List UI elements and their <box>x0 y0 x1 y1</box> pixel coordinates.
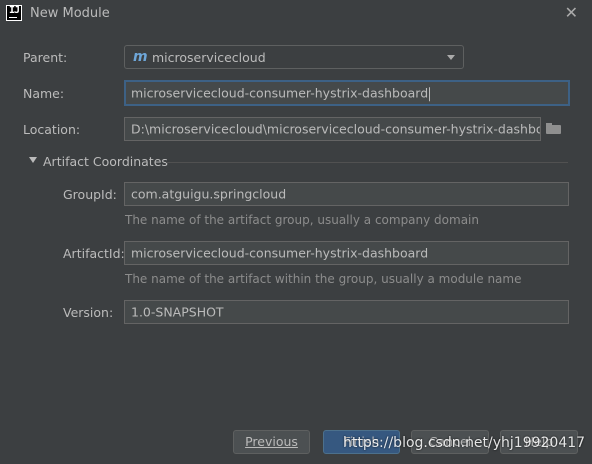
intellij-app-icon: IJ <box>6 5 22 21</box>
groupid-input[interactable]: com.atguigu.springcloud <box>124 182 569 206</box>
groupid-label: GroupId: <box>63 187 117 202</box>
artifact-section-title[interactable]: Artifact Coordinates <box>43 154 168 169</box>
watermark-url: https://blog.csdn.net/yhj19920417 <box>343 435 586 451</box>
name-label: Name: <box>23 86 65 101</box>
folder-icon <box>546 125 561 134</box>
parent-select-value: microservicecloud <box>152 50 266 65</box>
parent-label: Parent: <box>23 50 68 65</box>
collapse-arrow-icon[interactable] <box>29 157 37 163</box>
groupid-input-value: com.atguigu.springcloud <box>131 186 287 202</box>
location-input[interactable]: D:\microservicecloud\microservicecloud-c… <box>124 117 541 141</box>
browse-folder-button[interactable] <box>540 118 568 140</box>
location-input-value: D:\microservicecloud\microservicecloud-c… <box>131 121 541 137</box>
text-caret <box>429 86 431 101</box>
title-bar: IJ New Module ✕ <box>0 0 592 28</box>
artifactid-input[interactable]: microservicecloud-consumer-hystrix-dashb… <box>124 241 569 265</box>
artifactid-label: ArtifactId: <box>63 246 125 261</box>
version-label: Version: <box>63 305 114 320</box>
name-input[interactable]: microservicecloud-consumer-hystrix-dashb… <box>124 80 570 106</box>
location-label: Location: <box>23 122 81 137</box>
section-divider <box>166 162 568 163</box>
previous-button[interactable]: Previous <box>233 430 310 454</box>
version-input-value: 1.0-SNAPSHOT <box>131 304 224 320</box>
close-icon[interactable]: ✕ <box>565 5 578 21</box>
version-input[interactable]: 1.0-SNAPSHOT <box>124 300 569 324</box>
name-input-value: microservicecloud-consumer-hystrix-dashb… <box>131 85 429 101</box>
artifactid-hint: The name of the artifact within the grou… <box>125 272 522 286</box>
artifactid-input-value: microservicecloud-consumer-hystrix-dashb… <box>131 245 429 261</box>
window-title: New Module <box>30 6 110 21</box>
maven-m-icon: m <box>133 49 148 65</box>
app-icon-text: IJ <box>9 5 20 16</box>
previous-button-label: Previous <box>245 434 298 449</box>
parent-select[interactable]: m microservicecloud <box>124 45 464 69</box>
chevron-down-icon <box>447 55 455 60</box>
groupid-hint: The name of the artifact group, usually … <box>125 213 479 227</box>
